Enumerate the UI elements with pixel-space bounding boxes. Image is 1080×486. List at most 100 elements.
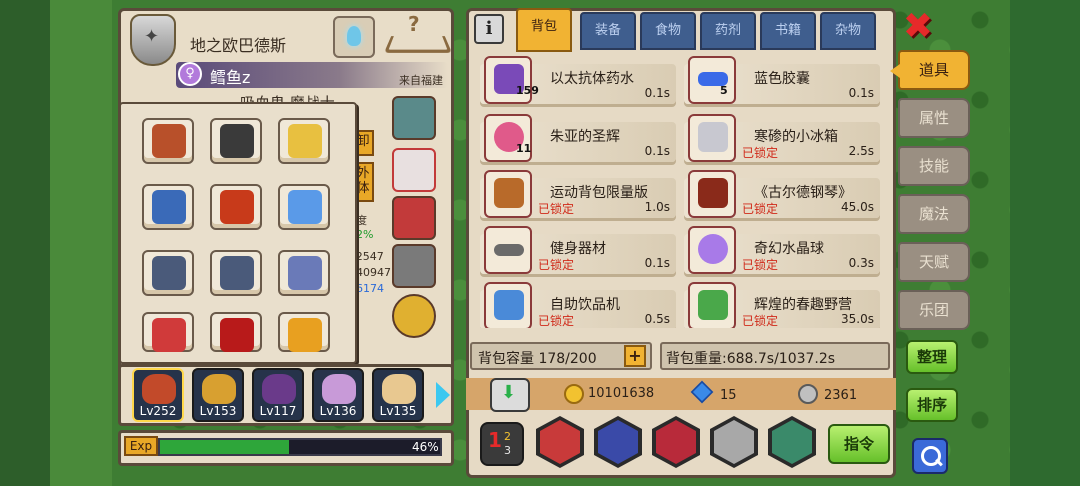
inventory-item[interactable]: 159 以太抗体药水 0.1s bbox=[480, 56, 676, 108]
info-icon[interactable]: i bbox=[474, 14, 504, 44]
character-name: 鳕鱼z bbox=[210, 68, 251, 87]
nav-magic[interactable]: 魔法 bbox=[898, 194, 970, 234]
sword-equip-icon[interactable] bbox=[210, 312, 262, 352]
nav-talent[interactable]: 天赋 bbox=[898, 242, 970, 282]
amulet-slot-icon[interactable] bbox=[392, 96, 436, 140]
inventory-item[interactable]: 自助饮品机 已锁定 0.5s bbox=[480, 282, 676, 328]
item-locked: 已锁定 bbox=[538, 258, 575, 272]
armor-slot-icon[interactable] bbox=[392, 244, 436, 288]
vending-machine-icon bbox=[484, 282, 532, 328]
hero-portrait bbox=[262, 374, 296, 404]
armor-equip-icon[interactable] bbox=[210, 250, 262, 296]
necklace-equip-icon[interactable] bbox=[142, 184, 194, 230]
gem-amount: 15 bbox=[720, 388, 737, 403]
stat-value-fragment: 6174 bbox=[356, 282, 384, 295]
gold-coin-icon bbox=[564, 384, 584, 404]
wardrobe-hanger-icon[interactable] bbox=[384, 12, 446, 58]
trident-equip-icon[interactable] bbox=[278, 250, 330, 296]
item-weight: 2.5s bbox=[848, 144, 874, 158]
sort-button[interactable]: 排序 bbox=[906, 388, 958, 422]
fridge-icon bbox=[688, 114, 736, 162]
hero-card[interactable]: Lv117 bbox=[252, 368, 304, 422]
inventory-overflow-row: 自助饮品机 已锁定 0.5s 辉煌的春趣野营 已锁定 35.0s bbox=[470, 282, 890, 328]
ring-slot-icon[interactable] bbox=[392, 294, 436, 338]
female-gender-icon: ♀ bbox=[178, 62, 202, 86]
flower-slot-icon[interactable] bbox=[392, 148, 436, 192]
item-name: 自助饮品机 bbox=[550, 297, 620, 313]
tab-potion[interactable]: 药剂 bbox=[700, 12, 756, 50]
armor-equip-icon[interactable] bbox=[142, 250, 194, 296]
cloak-equip-icon[interactable] bbox=[210, 184, 262, 230]
hero-portrait bbox=[202, 374, 236, 404]
item-locked: 已锁定 bbox=[742, 146, 779, 160]
flame-equip-icon[interactable] bbox=[278, 312, 330, 352]
campsite-icon bbox=[688, 282, 736, 328]
hero-portrait bbox=[322, 374, 356, 404]
tab-backpack[interactable]: 背包 bbox=[516, 8, 572, 52]
hero-level: Lv136 bbox=[319, 404, 357, 418]
crystal-icon[interactable] bbox=[333, 16, 375, 58]
backpack-icon bbox=[484, 170, 532, 218]
capsule-icon: 5 bbox=[688, 56, 736, 104]
background-forest-left bbox=[0, 0, 112, 486]
inventory-item[interactable]: 奇幻水晶球 已锁定 0.3s bbox=[684, 226, 880, 278]
item-weight: 0.3s bbox=[848, 256, 874, 270]
tab-misc[interactable]: 杂物 bbox=[820, 12, 876, 50]
hero-card[interactable]: Lv252 bbox=[132, 368, 184, 422]
item-locked: 已锁定 bbox=[538, 202, 575, 216]
hero-level: Lv135 bbox=[379, 404, 417, 418]
item-weight: 0.1s bbox=[644, 86, 670, 100]
item-name: 朱亚的圣辉 bbox=[550, 129, 620, 145]
hero-portrait bbox=[382, 374, 416, 404]
hero-level: Lv153 bbox=[199, 404, 237, 418]
storage-download-icon[interactable] bbox=[490, 378, 530, 412]
item-weight: 45.0s bbox=[841, 200, 874, 214]
axe-equip-icon[interactable] bbox=[142, 312, 194, 352]
nav-items[interactable]: 道具 bbox=[890, 50, 970, 90]
headset-equip-icon[interactable] bbox=[210, 118, 262, 164]
hero-card[interactable]: Lv136 bbox=[312, 368, 364, 422]
hat-equip-icon[interactable] bbox=[142, 118, 194, 164]
command-button[interactable]: 指令 bbox=[828, 424, 890, 464]
rank-badge-icon[interactable] bbox=[130, 14, 176, 66]
close-icon[interactable]: ✖ bbox=[900, 9, 936, 46]
capacity-text: 背包容量 178/200 bbox=[478, 351, 597, 367]
hero-level: Lv117 bbox=[259, 404, 297, 418]
nav-skills[interactable]: 技能 bbox=[898, 146, 970, 186]
wing-equip-icon[interactable] bbox=[278, 184, 330, 230]
roster-next-arrow-icon[interactable] bbox=[434, 382, 450, 408]
search-icon[interactable] bbox=[912, 438, 948, 474]
tab-equipment[interactable]: 装备 bbox=[580, 12, 636, 50]
inventory-item[interactable]: 《古尔德钢琴》 已锁定 45.0s bbox=[684, 170, 880, 222]
item-name: 蓝色胶囊 bbox=[754, 71, 810, 87]
inventory-item[interactable]: 11 朱亚的圣辉 0.1s bbox=[480, 114, 676, 166]
item-locked: 已锁定 bbox=[742, 314, 779, 328]
silver-token-icon bbox=[798, 384, 818, 404]
inventory-item[interactable]: 健身器材 已锁定 0.1s bbox=[480, 226, 676, 278]
staff-equip-icon[interactable] bbox=[278, 118, 330, 164]
hero-card[interactable]: Lv153 bbox=[192, 368, 244, 422]
nav-band[interactable]: 乐团 bbox=[898, 290, 970, 330]
item-name: 运动背包限量版 bbox=[550, 185, 648, 201]
number-order-icon[interactable]: 1 2 3 bbox=[480, 422, 524, 466]
hero-card[interactable]: Lv135 bbox=[372, 368, 424, 422]
inventory-item[interactable]: 辉煌的春趣野营 已锁定 35.0s bbox=[684, 282, 880, 328]
chest-slot-icon[interactable] bbox=[392, 196, 436, 240]
item-count: 5 bbox=[720, 84, 728, 97]
item-count: 11 bbox=[516, 142, 532, 155]
tab-food[interactable]: 食物 bbox=[640, 12, 696, 50]
potion-flask-icon: 159 bbox=[484, 56, 539, 104]
inventory-item[interactable]: 5 蓝色胶囊 0.1s bbox=[684, 56, 880, 108]
stat-value-fragment: 40947 bbox=[356, 266, 391, 279]
organize-button[interactable]: 整理 bbox=[906, 340, 958, 374]
item-name: 奇幻水晶球 bbox=[754, 241, 824, 257]
weight-text: 背包重量:688.7s/1037.2s bbox=[666, 351, 836, 367]
inventory-item[interactable]: 运动背包限量版 已锁定 1.0s bbox=[480, 170, 676, 222]
item-name: 《古尔德钢琴》 bbox=[754, 185, 852, 201]
nav-attributes[interactable]: 属性 bbox=[898, 98, 970, 138]
item-weight: 1.0s bbox=[644, 200, 670, 214]
expand-capacity-button[interactable]: + bbox=[624, 345, 646, 367]
crystal-ball-icon bbox=[688, 226, 736, 274]
tab-books[interactable]: 书籍 bbox=[760, 12, 816, 50]
inventory-item[interactable]: 寒碜的小冰箱 已锁定 2.5s bbox=[684, 114, 880, 166]
